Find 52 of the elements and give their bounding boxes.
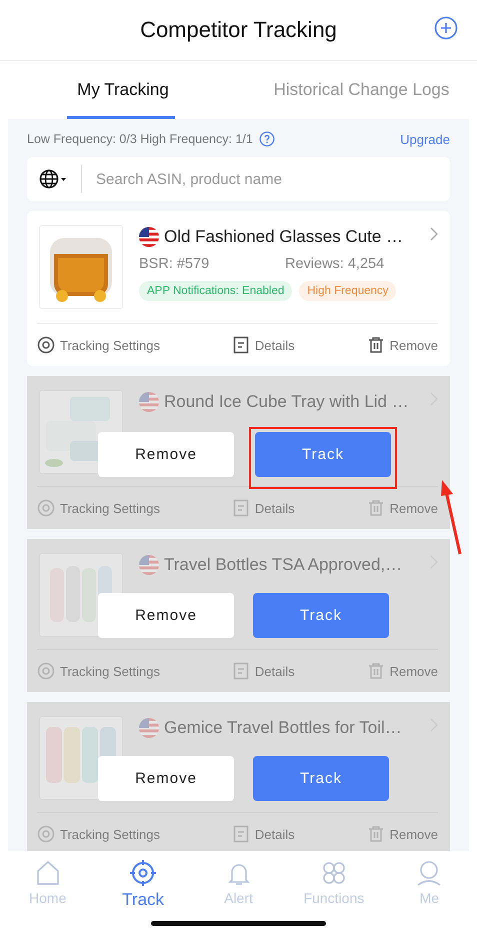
- remove-button[interactable]: Remove: [98, 756, 234, 801]
- page-title: Competitor Tracking: [140, 17, 337, 43]
- product-card[interactable]: Round Ice Cube Tray with Lid … Tracking Settings Details Remove Remove Track: [27, 376, 450, 529]
- action-link[interactable]: Remove: [390, 826, 438, 842]
- action-link[interactable]: Tracking Settings: [60, 338, 160, 352]
- upgrade-link[interactable]: Upgrade: [400, 132, 450, 146]
- action-link[interactable]: Details: [254, 338, 295, 352]
- action-link[interactable]: Details: [254, 664, 295, 678]
- action-link[interactable]: Remove: [390, 664, 438, 678]
- flag-icon: [139, 555, 159, 575]
- person-icon: [415, 859, 444, 887]
- quota-text: Low Frequency: 0/3 High Frequency: 1/1: [27, 132, 253, 146]
- action-link[interactable]: Details: [254, 826, 295, 842]
- trash-icon[interactable]: [366, 336, 385, 354]
- action-link[interactable]: Remove: [390, 338, 438, 352]
- add-icon[interactable]: [434, 16, 458, 40]
- tag: APP Notifications: Enabled: [139, 281, 292, 301]
- track-button[interactable]: Track: [255, 432, 391, 477]
- tag: High Frequency: [299, 281, 396, 301]
- flag-icon: [139, 227, 159, 247]
- action-link[interactable]: Remove: [390, 500, 438, 516]
- chevron-icon[interactable]: [430, 227, 438, 241]
- action-link[interactable]: Tracking Settings: [60, 826, 160, 842]
- search-bar[interactable]: Search ASIN, product name: [27, 157, 450, 201]
- settings-icon[interactable]: [37, 336, 55, 354]
- help-icon[interactable]: [258, 131, 275, 147]
- action-link[interactable]: Tracking Settings: [60, 664, 160, 678]
- tab[interactable]: My Tracking: [0, 61, 240, 119]
- tab[interactable]: Historical Change Logs: [240, 61, 477, 119]
- track-button[interactable]: Track: [253, 593, 389, 638]
- track-button[interactable]: Track: [253, 756, 389, 801]
- home-indicator[interactable]: [151, 921, 326, 926]
- nav-tab[interactable]: Track: [95, 859, 191, 921]
- globe-icon[interactable]: [39, 169, 69, 189]
- product-title: Old Fashioned Glasses Cute …: [164, 227, 404, 247]
- remove-button[interactable]: Remove: [98, 432, 234, 477]
- flag-icon: [139, 718, 159, 738]
- target-icon: [129, 859, 158, 887]
- product-card[interactable]: Travel Bottles TSA Approved,… Tracking Settings Details Remove Remove Track: [27, 539, 450, 692]
- product-title: Round Ice Cube Tray with Lid …: [164, 392, 409, 412]
- action-link[interactable]: Tracking Settings: [60, 500, 160, 516]
- document-icon[interactable]: [232, 336, 250, 354]
- product-title: Travel Bottles TSA Approved,…: [164, 555, 402, 575]
- product-title: Gemice Travel Bottles for Toil…: [164, 718, 402, 738]
- flag-icon: [139, 392, 159, 412]
- search-field[interactable]: Search ASIN, product name: [94, 170, 438, 188]
- bsr-text: BSR: #579: [139, 256, 210, 272]
- action-link[interactable]: Details: [254, 500, 295, 516]
- product-card[interactable]: Old Fashioned Glasses Cute … BSR: #579 Reviews: 4,254 APP Notifications: Enabled High Frequency Tracking Settings Details Remove: [27, 211, 450, 366]
- reviews-text: Reviews: 4,254: [285, 256, 384, 272]
- remove-button[interactable]: Remove: [98, 593, 234, 638]
- product-card[interactable]: Gemice Travel Bottles for Toil… Tracking Settings Details Remove Remove Track: [27, 702, 450, 851]
